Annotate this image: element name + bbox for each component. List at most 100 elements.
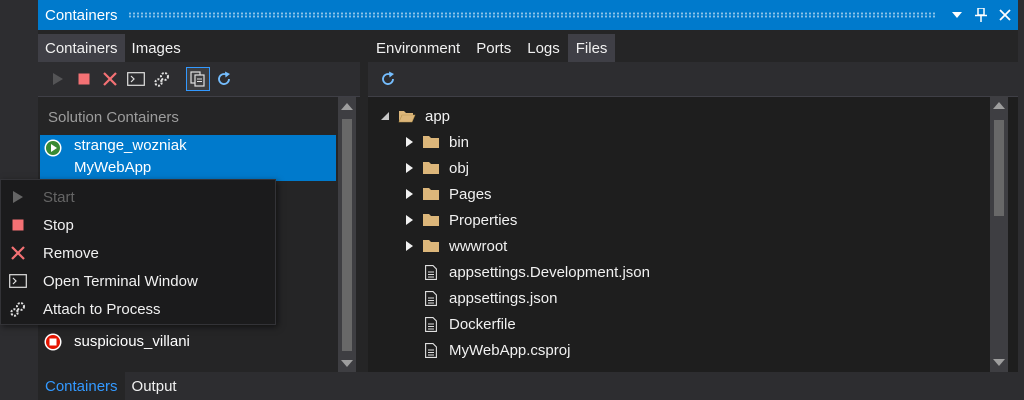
bottom-tab-output[interactable]: Output [125,372,184,400]
files-tree: app bin obj Pages Properties wwwroot app… [368,96,1018,372]
files-scrollbar[interactable] [990,96,1008,372]
window-position-dropdown-icon[interactable] [946,4,968,26]
tree-item-folder[interactable]: Properties [404,207,517,233]
scroll-thumb[interactable] [342,119,352,351]
stop-icon [78,73,90,85]
gears-icon [154,72,169,87]
tree-item-file[interactable]: appsettings.json [422,285,557,311]
bottom-tab-strip: Containers Output [38,372,1018,400]
remove-button[interactable] [98,67,122,91]
tree-item-file[interactable]: MyWebApp.csproj [422,337,570,363]
stop-button[interactable] [72,67,96,91]
tab-ports[interactable]: Ports [468,34,519,62]
tool-window-title-bar[interactable]: Containers [38,0,1018,30]
folder-icon [422,212,440,228]
scroll-up-arrow-icon[interactable] [993,102,1005,109]
solution-containers-header: Solution Containers [48,109,179,126]
expand-arrow-icon[interactable] [404,137,414,147]
open-terminal-button[interactable] [124,67,148,91]
expand-arrow-icon[interactable] [404,163,414,173]
left-tab-strip: Containers Images [38,30,360,62]
details-tab-strip: Environment Ports Logs Files [368,30,1018,62]
close-icon[interactable] [994,4,1016,26]
gears-icon [1,300,35,318]
attach-to-process-button[interactable] [150,67,174,91]
tree-item-folder[interactable]: obj [404,155,469,181]
tree-item-label: MyWebApp.csproj [449,341,571,359]
tree-item-label: appsettings.Development.json [449,263,650,281]
folder-icon [422,160,440,176]
folder-icon [422,186,440,202]
files-toolbar [368,62,1018,96]
tab-containers[interactable]: Containers [38,34,125,62]
tab-logs[interactable]: Logs [519,34,568,62]
collapse-arrow-icon[interactable] [380,111,390,121]
tree-item-label: Dockerfile [449,315,516,333]
containers-scrollbar[interactable] [338,97,356,373]
file-icon [422,316,440,332]
tree-item-label: app [425,107,451,125]
copy-files-button[interactable] [186,67,210,91]
bottom-tab-containers[interactable]: Containers [38,372,125,400]
file-icon [422,290,440,306]
menu-item-open-terminal[interactable]: Open Terminal Window [1,267,275,295]
tree-item-folder[interactable]: bin [404,129,469,155]
folder-icon [422,238,440,254]
refresh-icon [382,71,394,85]
tree-item-label: appsettings.json [449,289,558,307]
menu-item-stop[interactable]: Stop [1,211,275,239]
tab-images[interactable]: Images [125,34,188,62]
container-details-pane: Environment Ports Logs Files app bin obj… [368,30,1018,372]
pin-icon[interactable] [970,4,992,26]
container-item[interactable]: suspicious_villani [40,329,336,355]
tree-item-label: obj [449,159,470,177]
container-project: MyWebApp [74,159,152,176]
refresh-containers-button[interactable] [212,67,236,91]
folder-open-icon [398,108,416,124]
containers-toolbar [38,62,360,96]
tree-item-label: Pages [449,185,492,203]
tree-item-label: bin [449,133,470,151]
container-item[interactable]: strange_wozniak MyWebApp [40,135,336,181]
running-status-icon [44,139,62,157]
refresh-files-button[interactable] [376,67,400,91]
tree-item-folder[interactable]: Pages [404,181,492,207]
tree-item-label: Properties [449,211,518,229]
menu-item-remove[interactable]: Remove [1,239,275,267]
container-context-menu: Start Stop Remove Open Terminal Window A… [0,179,276,325]
scroll-down-arrow-icon[interactable] [341,360,353,367]
scroll-up-arrow-icon[interactable] [341,103,353,110]
tree-item-folder[interactable]: wwwroot [404,233,507,259]
tree-item-label: wwwroot [449,237,508,255]
scroll-thumb[interactable] [994,120,1004,216]
menu-item-attach-to-process[interactable]: Attach to Process [1,295,275,323]
terminal-icon [127,72,145,86]
scroll-down-arrow-icon[interactable] [993,359,1005,366]
remove-icon [103,72,117,86]
container-name: strange_wozniak [74,137,187,154]
tree-item-folder[interactable]: app [380,103,450,129]
expand-arrow-icon[interactable] [404,215,414,225]
copy-files-icon [190,71,205,87]
expand-arrow-icon[interactable] [404,241,414,251]
folder-icon [422,134,440,150]
ide-right-gutter [1018,0,1024,400]
tab-environment[interactable]: Environment [368,34,468,62]
tool-window-title: Containers [45,6,118,24]
tab-files[interactable]: Files [567,34,616,62]
start-button[interactable] [46,67,70,91]
file-icon [422,264,440,280]
play-icon [1,190,35,204]
remove-icon [1,246,35,260]
stopped-status-icon [44,333,62,351]
play-icon [53,73,63,85]
tree-item-file[interactable]: appsettings.Development.json [422,259,650,285]
menu-item-start[interactable]: Start [1,183,275,211]
tree-item-file[interactable]: Dockerfile [422,311,516,337]
expand-arrow-icon[interactable] [404,189,414,199]
title-bar-grip[interactable] [127,12,936,18]
container-name: suspicious_villani [74,333,190,350]
terminal-icon [1,274,35,288]
file-icon [422,342,440,358]
refresh-icon [218,71,230,85]
